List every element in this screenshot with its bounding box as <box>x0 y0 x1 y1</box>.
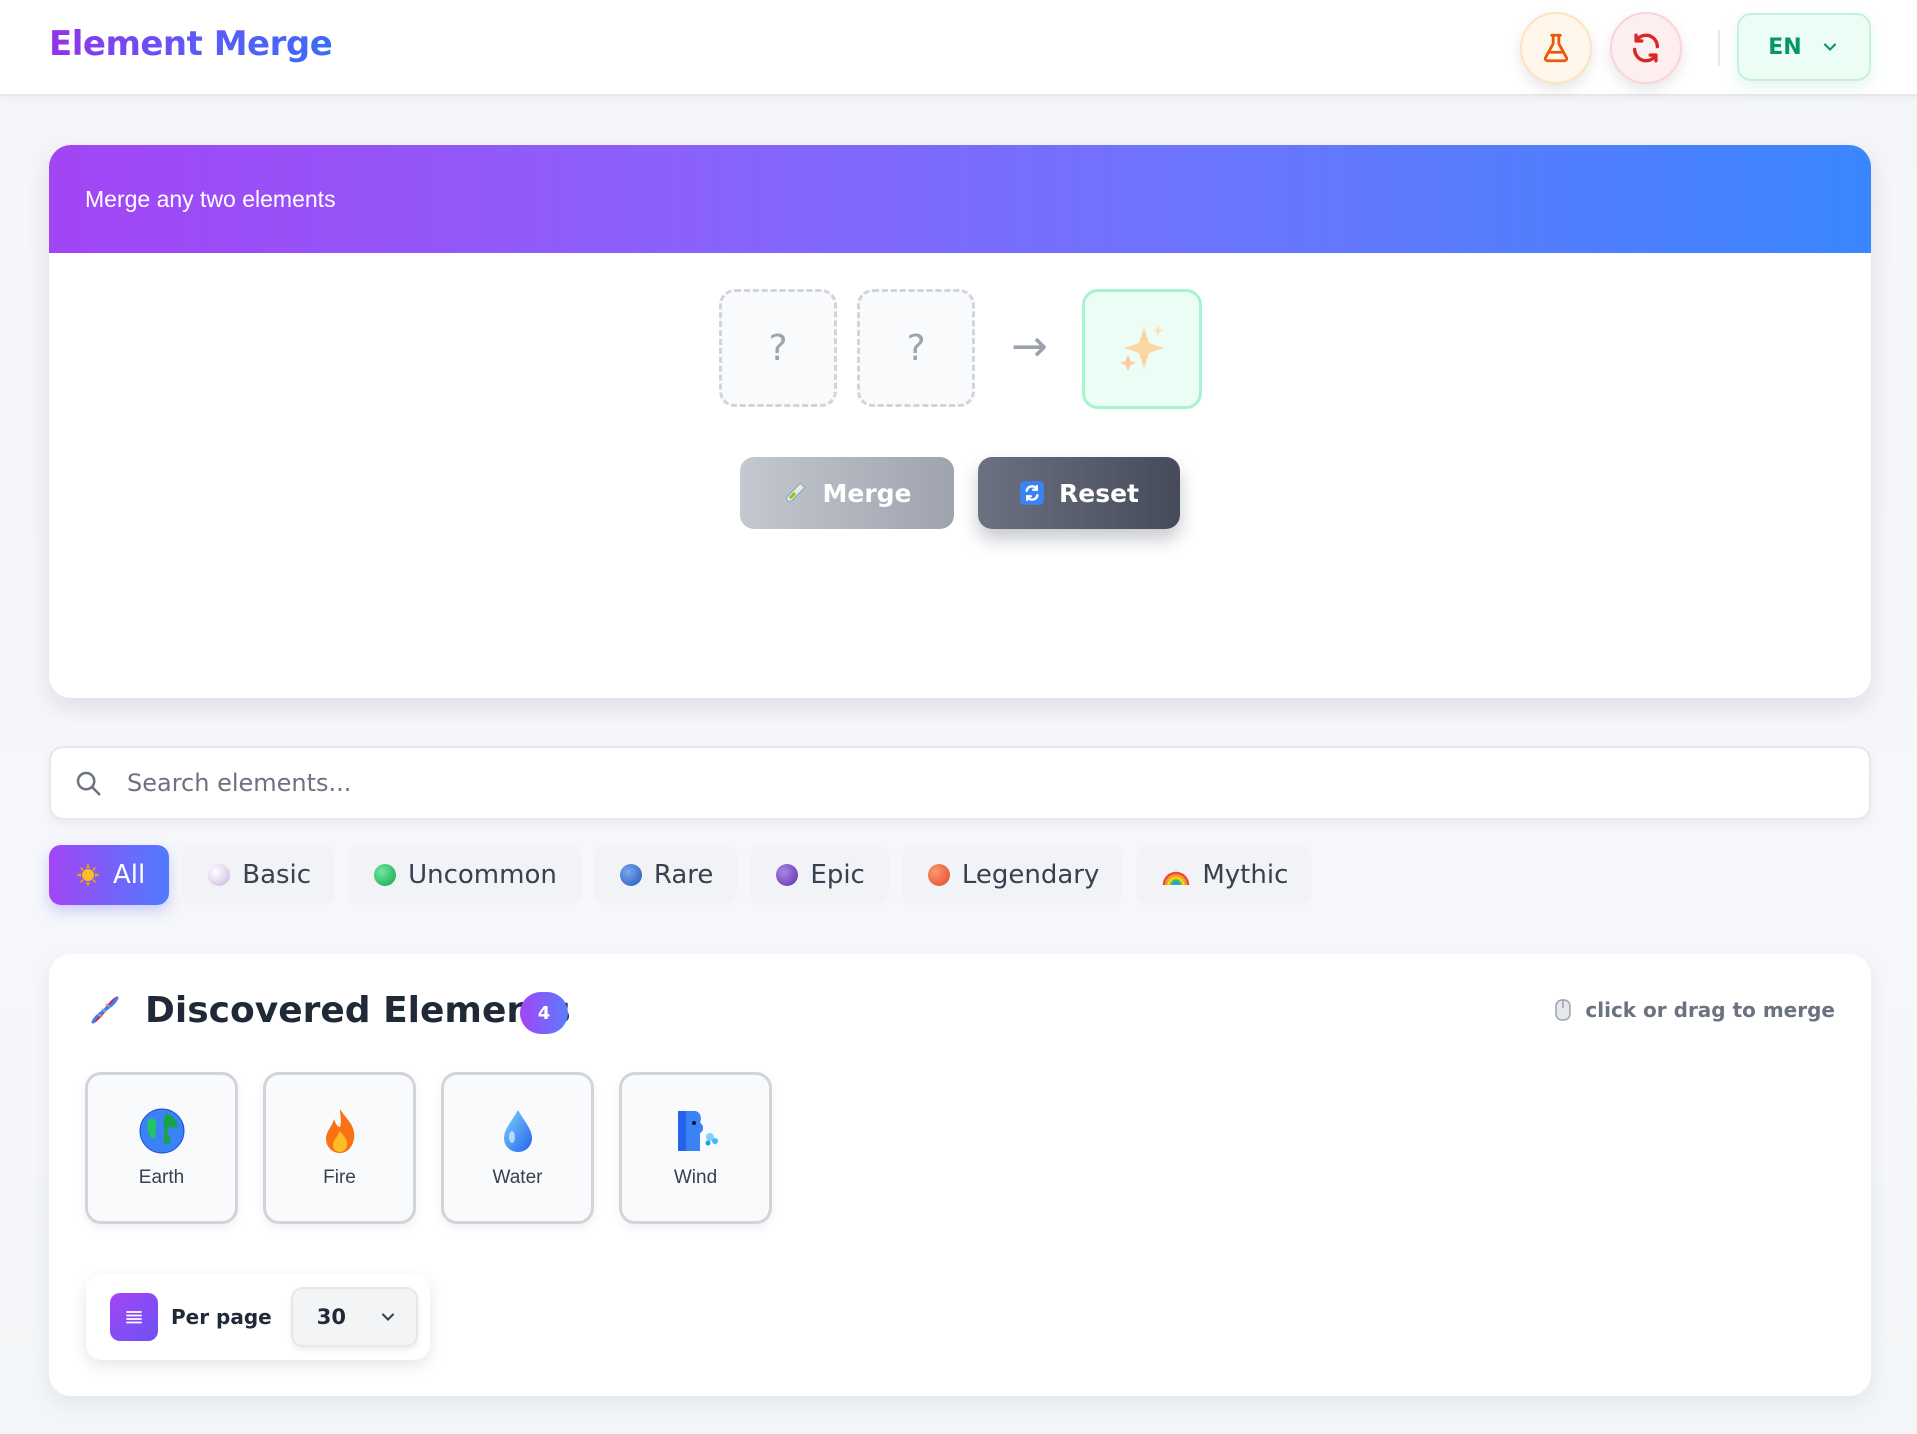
search-input[interactable] <box>127 753 1869 813</box>
fire-icon <box>325 1109 354 1153</box>
merge-button[interactable]: Merge <box>740 457 954 529</box>
language-label: EN <box>1768 34 1802 60</box>
chevron-down-icon <box>381 1313 394 1321</box>
reset-button[interactable]: Reset <box>978 457 1180 529</box>
merge-result-slot <box>1082 289 1202 409</box>
filter-uncommon[interactable]: Uncommon <box>348 845 581 905</box>
element-card-wind[interactable]: Wind <box>619 1072 772 1224</box>
element-name: Water <box>492 1167 543 1188</box>
slot-placeholder: ? <box>906 327 926 369</box>
filter-label: Mythic <box>1202 860 1289 890</box>
list-icon <box>110 1293 158 1341</box>
discovered-title: Discovered Elements <box>145 990 571 1031</box>
filter-label: All <box>113 860 146 890</box>
element-card-earth[interactable]: Earth <box>85 1072 238 1224</box>
element-grid: Earth Fire Water Wind <box>85 1072 772 1224</box>
filter-all[interactable]: All <box>49 845 170 905</box>
element-card-water[interactable]: Water <box>441 1072 594 1224</box>
mouse-icon <box>1555 999 1572 1021</box>
rainbow-icon <box>1163 871 1190 886</box>
dna-icon <box>91 996 119 1024</box>
search-bar <box>49 746 1871 820</box>
merge-prompt: Merge any two elements <box>85 185 336 212</box>
discovered-panel: Discovered Elements 4 click or drag to m… <box>49 954 1871 1396</box>
element-name: Earth <box>138 1167 185 1188</box>
chevron-down-icon <box>1823 43 1836 51</box>
filter-basic[interactable]: Basic <box>182 845 336 905</box>
wind-face-icon <box>677 1111 718 1151</box>
filter-label: Rare <box>653 860 714 890</box>
per-page-value: 30 <box>316 1305 346 1329</box>
rare-dot-icon <box>619 864 642 886</box>
language-selector[interactable]: EN <box>1737 13 1871 81</box>
droplet-icon <box>503 1110 532 1152</box>
merge-panel: Merge any two elements ? ? → Merge Reset <box>49 145 1871 698</box>
search-icon <box>76 771 101 796</box>
filter-label: Epic <box>810 860 865 890</box>
slot-placeholder: ? <box>768 327 788 369</box>
per-page-select[interactable]: 30 <box>290 1287 418 1347</box>
element-name: Fire <box>323 1167 356 1188</box>
epic-dot-icon <box>776 864 799 886</box>
filter-rare[interactable]: Rare <box>593 845 738 905</box>
merge-hint: click or drag to merge <box>1555 998 1835 1022</box>
per-page-control: Per page 30 <box>86 1274 430 1360</box>
basic-dot-icon <box>208 864 231 886</box>
filter-label: Basic <box>242 860 312 890</box>
uncommon-dot-icon <box>374 864 397 886</box>
sparkles-icon <box>1120 325 1164 371</box>
discovered-count-badge: 4 <box>520 992 568 1034</box>
test-tube-icon <box>786 482 807 502</box>
filter-epic[interactable]: Epic <box>750 845 889 905</box>
repeat-icon <box>1020 481 1044 505</box>
rarity-filters: All Basic Uncommon Rare Epic Legendary M… <box>49 845 1313 905</box>
top-bar: Element Merge EN <box>0 0 1917 96</box>
refresh-button[interactable] <box>1610 12 1682 84</box>
app-title: Element Merge <box>49 24 333 64</box>
flask-icon <box>1543 33 1569 63</box>
filter-legendary[interactable]: Legendary <box>901 845 1124 905</box>
merge-slot-first[interactable]: ? <box>719 289 837 407</box>
merge-button-label: Merge <box>822 478 912 508</box>
legendary-dot-icon <box>927 864 950 886</box>
merge-hint-text: click or drag to merge <box>1585 998 1835 1022</box>
filter-label: Legendary <box>961 860 1100 890</box>
arrow-icon: → <box>1011 321 1048 372</box>
element-card-fire[interactable]: Fire <box>263 1072 416 1224</box>
reset-button-label: Reset <box>1059 478 1139 508</box>
element-name: Wind <box>673 1167 718 1188</box>
filter-mythic[interactable]: Mythic <box>1136 845 1313 905</box>
filter-label: Uncommon <box>408 860 557 890</box>
globe-icon <box>139 1108 184 1154</box>
lab-button[interactable] <box>1520 12 1592 84</box>
refresh-icon <box>1632 33 1660 63</box>
sun-icon <box>76 863 100 887</box>
merge-banner: Merge any two elements <box>49 145 1871 253</box>
per-page-label: Per page <box>171 1305 272 1329</box>
merge-slot-second[interactable]: ? <box>857 289 975 407</box>
header-divider <box>1718 30 1720 66</box>
